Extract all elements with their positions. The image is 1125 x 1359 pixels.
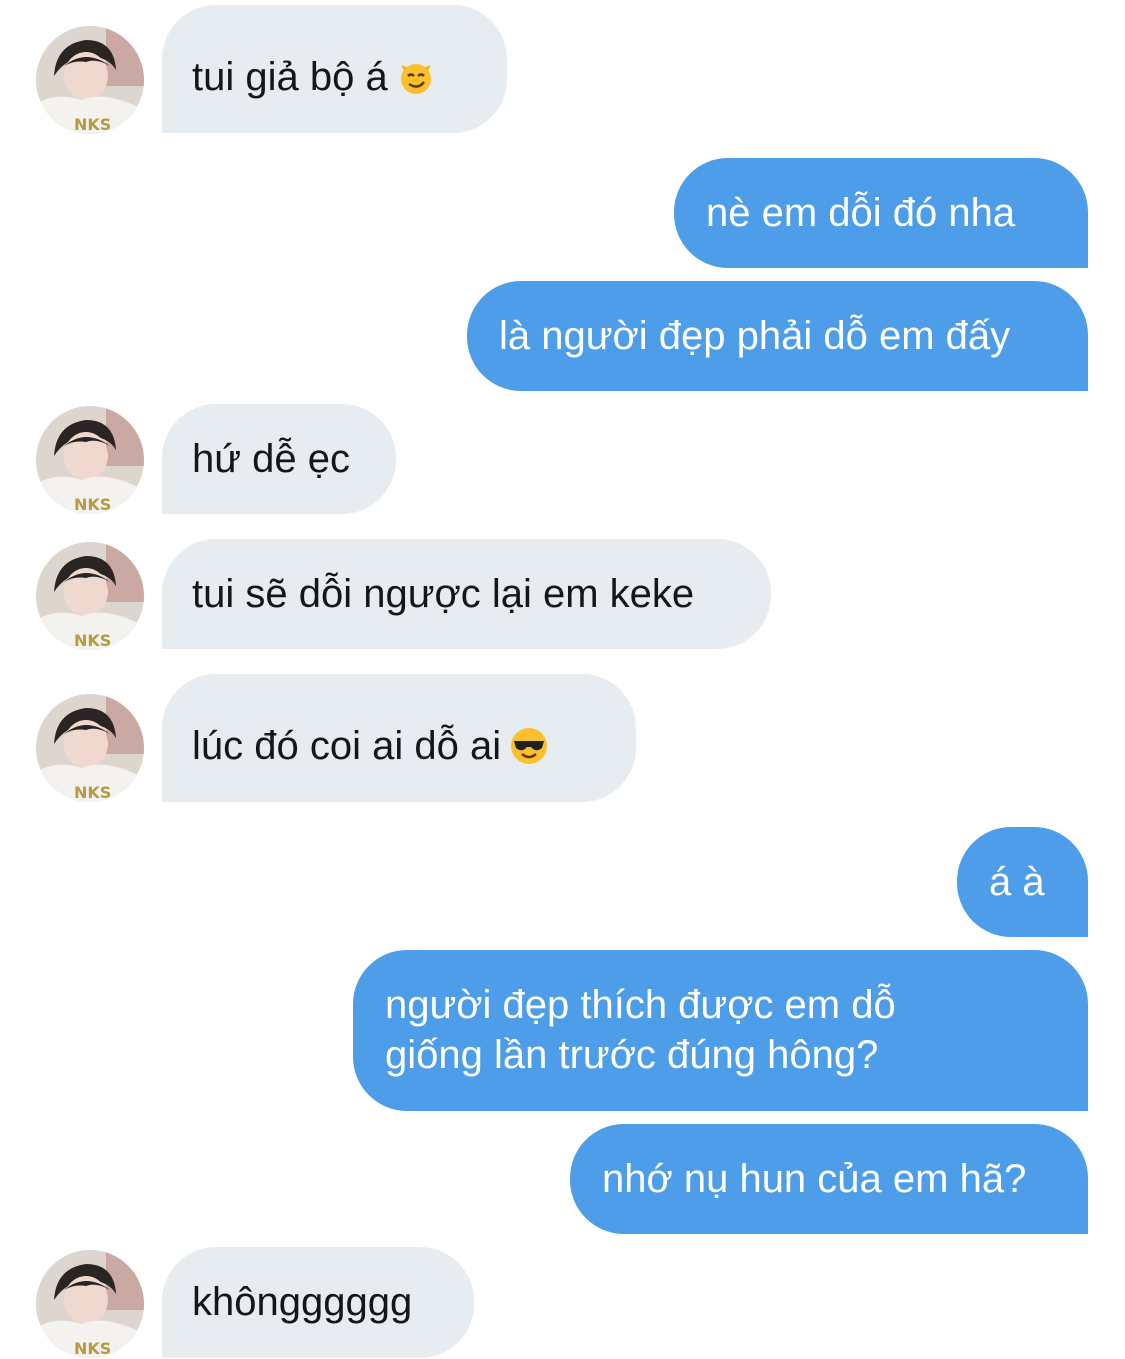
message-text: tui giả bộ á bbox=[192, 55, 388, 99]
message-bubble-incoming[interactable]: lúc đó coi ai dỗ ai bbox=[162, 674, 636, 802]
profile-photo-avatar: NKS bbox=[36, 1250, 144, 1358]
message-bubble-incoming[interactable]: tui giả bộ á bbox=[162, 5, 507, 133]
message-text-line: giống lần trước đúng hông? bbox=[385, 1033, 879, 1077]
message-text: nhớ nụ hun của em hã? bbox=[602, 1157, 1027, 1201]
message-text: hứ dễ ẹc bbox=[192, 437, 350, 481]
message-text: là người đẹp phải dỗ em đấy bbox=[499, 314, 1011, 358]
profile-photo-avatar: NKS bbox=[36, 406, 144, 514]
smirking-cat-face-emoji bbox=[396, 57, 436, 97]
message-bubble-outgoing[interactable]: người đẹp thích được em dỗ giống lần trư… bbox=[353, 950, 1088, 1111]
contact-avatar[interactable]: NKS bbox=[36, 26, 144, 134]
message-text: á à bbox=[989, 860, 1045, 904]
profile-photo-avatar: NKS bbox=[36, 694, 144, 802]
svg-text:NKS: NKS bbox=[74, 631, 111, 650]
message-bubble-incoming[interactable]: hứ dễ ẹc bbox=[162, 404, 396, 514]
profile-photo-avatar: NKS bbox=[36, 542, 144, 650]
svg-text:NKS: NKS bbox=[74, 783, 111, 802]
svg-text:NKS: NKS bbox=[74, 115, 111, 134]
profile-photo-avatar: NKS bbox=[36, 26, 144, 134]
svg-text:NKS: NKS bbox=[74, 495, 111, 514]
message-bubble-outgoing[interactable]: á à bbox=[957, 827, 1088, 937]
message-text: nè em dỗi đó nha bbox=[706, 191, 1016, 235]
message-text-line: người đẹp thích được em dỗ bbox=[385, 983, 896, 1027]
contact-avatar[interactable]: NKS bbox=[36, 406, 144, 514]
contact-avatar[interactable]: NKS bbox=[36, 694, 144, 802]
contact-avatar[interactable]: NKS bbox=[36, 542, 144, 650]
message-text: khôngggggg bbox=[192, 1280, 413, 1324]
message-text: tui sẽ dỗi ngược lại em keke bbox=[192, 572, 695, 616]
message-bubble-outgoing[interactable]: nè em dỗi đó nha bbox=[674, 158, 1088, 268]
smiling-face-with-sunglasses-emoji bbox=[509, 726, 549, 766]
message-bubble-outgoing[interactable]: nhớ nụ hun của em hã? bbox=[570, 1124, 1088, 1234]
svg-text:NKS: NKS bbox=[74, 1339, 111, 1358]
message-bubble-incoming[interactable]: tui sẽ dỗi ngược lại em keke bbox=[162, 539, 771, 649]
contact-avatar[interactable]: NKS bbox=[36, 1250, 144, 1358]
message-text: lúc đó coi ai dỗ ai bbox=[192, 724, 502, 768]
message-bubble-outgoing[interactable]: là người đẹp phải dỗ em đấy bbox=[467, 281, 1088, 391]
message-bubble-incoming[interactable]: khôngggggg bbox=[162, 1247, 474, 1358]
